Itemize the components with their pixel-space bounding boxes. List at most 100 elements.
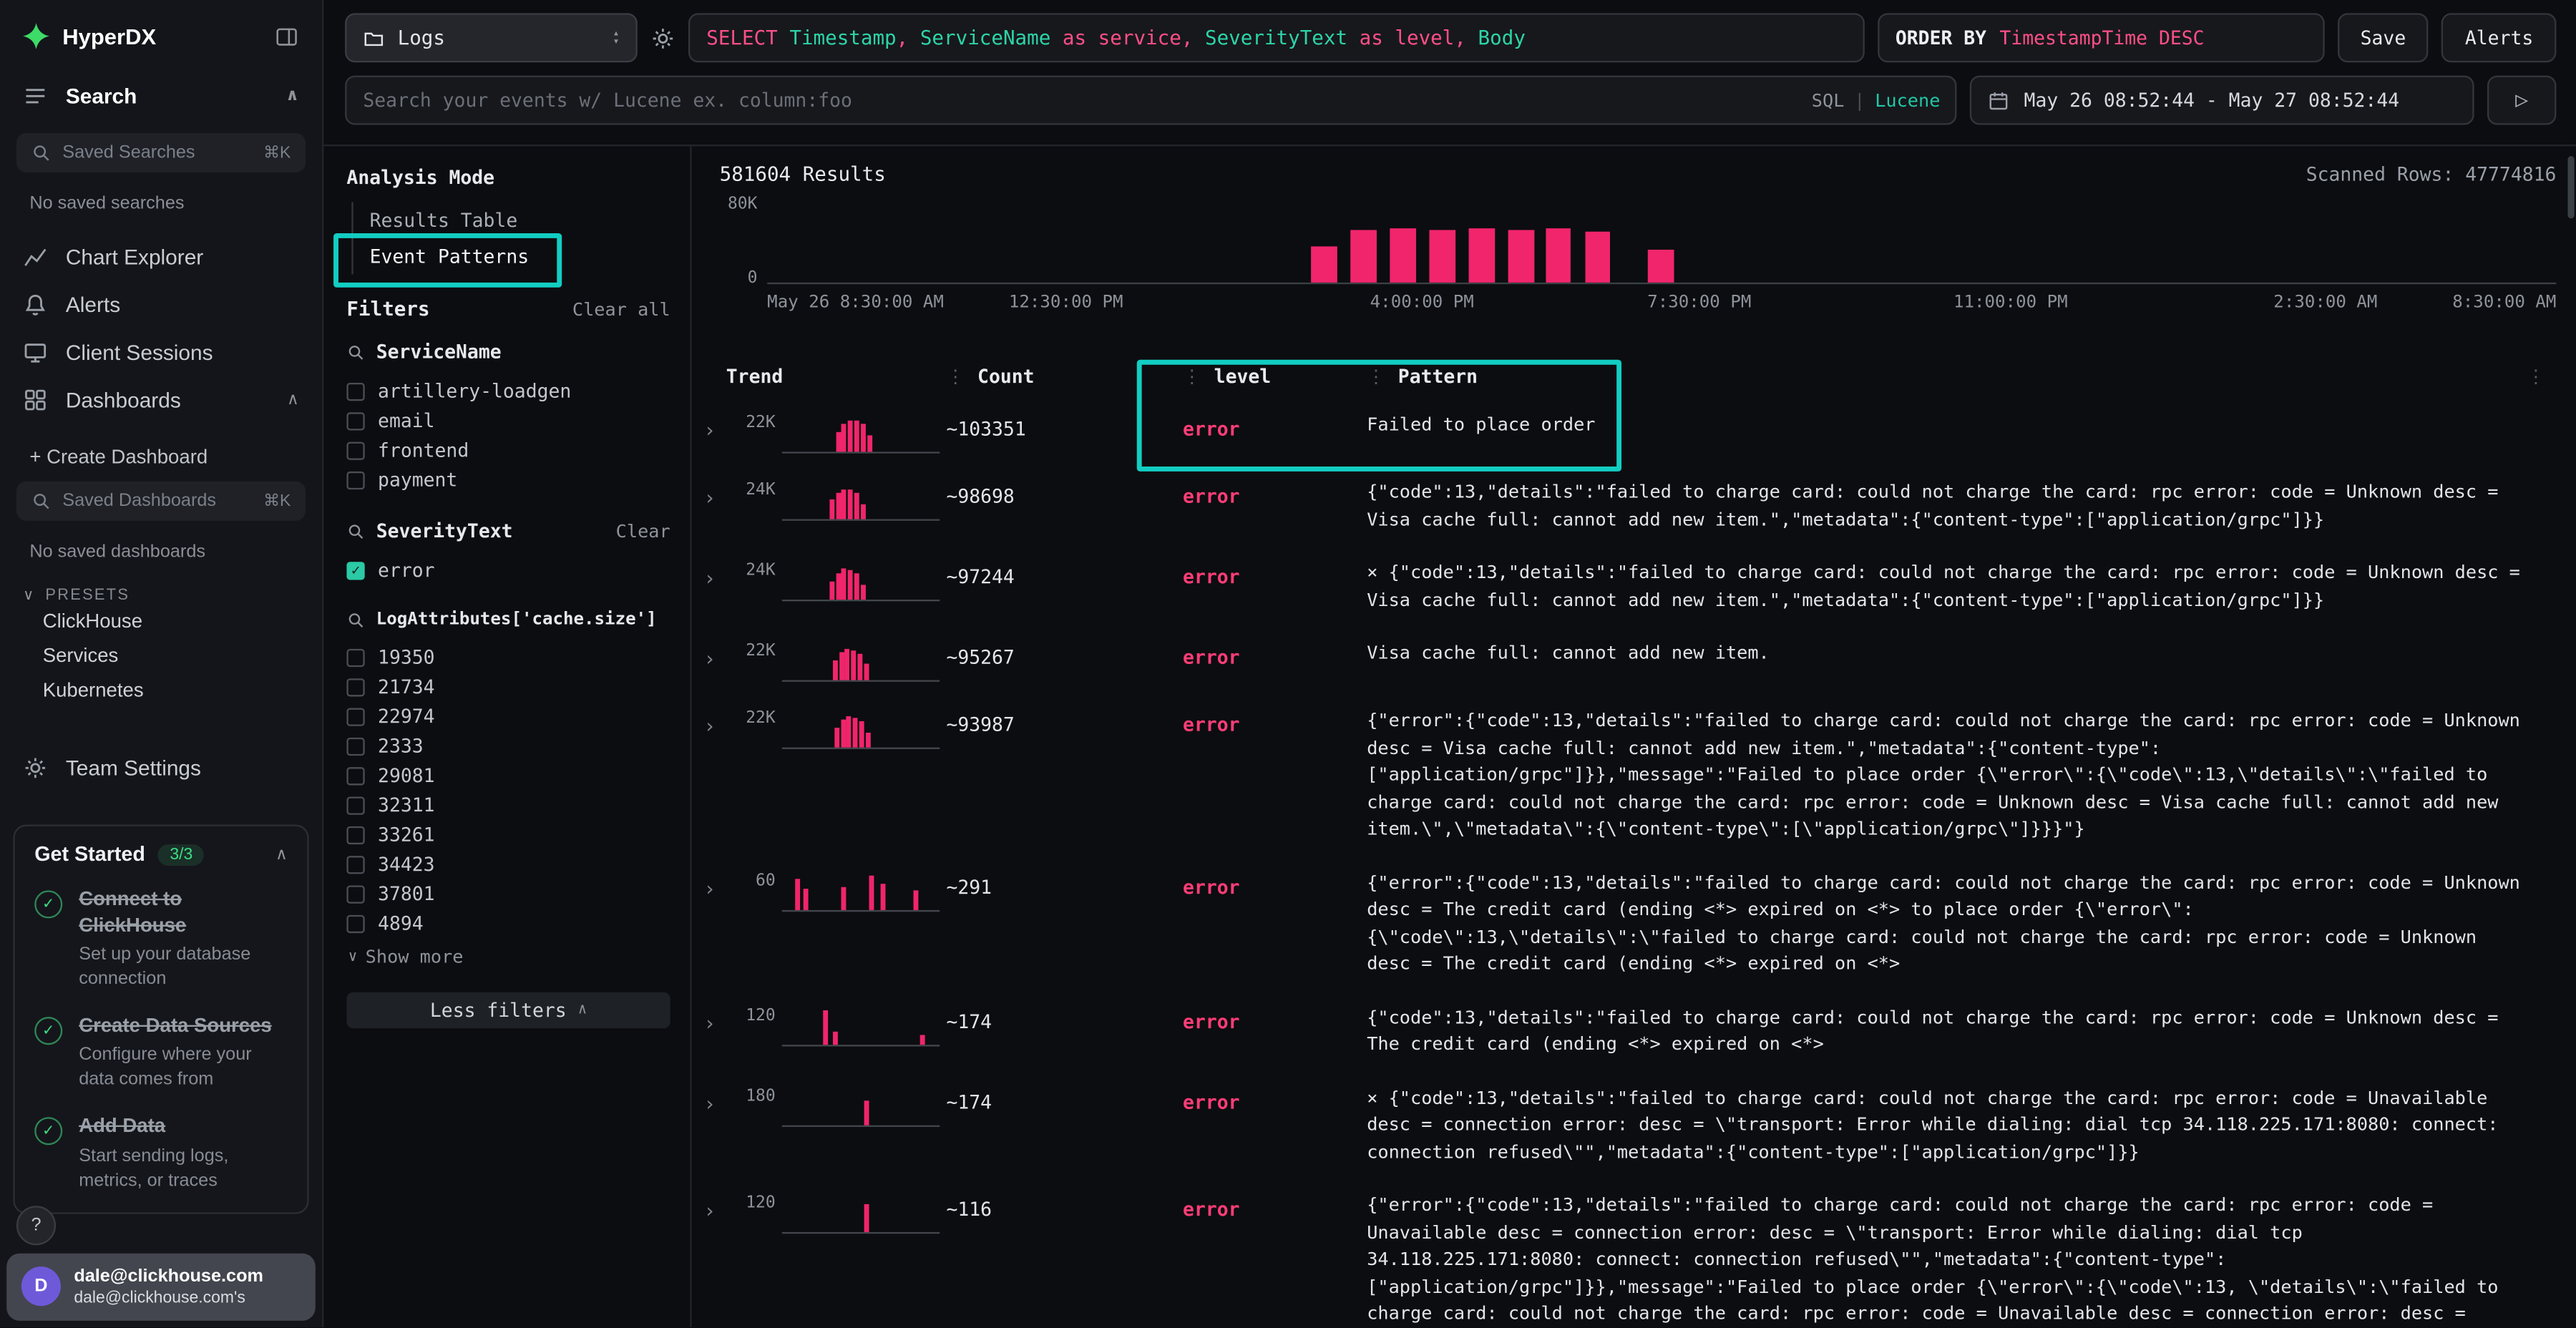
row-expand-chevron-icon[interactable]: › [700,1082,720,1113]
pattern-row[interactable]: › 180 ~174 error × {"code":13,"details":… [700,1070,2556,1178]
user-menu[interactable]: D dale@clickhouse.com dale@clickhouse.co… [6,1253,316,1321]
row-expand-chevron-icon[interactable]: › [700,705,720,736]
filter-checkbox[interactable] [346,648,364,666]
sidebar-item-search[interactable]: Search ∧ [0,72,322,120]
date-range-picker[interactable]: May 26 08:52:44 - May 27 08:52:44 [1970,76,2474,125]
collapse-sidebar-icon[interactable] [274,24,298,48]
run-query-button[interactable]: ▷ [2487,76,2556,125]
get-started-item[interactable]: ✓ Connect to ClickHouse Set up your data… [34,887,288,992]
source-select[interactable]: Logs ▴▾ [345,13,638,62]
analysis-mode-event-patterns[interactable]: Event Patterns [353,238,670,275]
help-button[interactable]: ? [16,1206,56,1245]
row-expand-chevron-icon[interactable]: › [700,409,720,441]
chevron-up-icon[interactable]: ∧ [275,845,288,863]
chevron-up-icon[interactable]: ∧ [286,87,299,105]
pattern-row[interactable]: › 120 ~116 error {"error":{"code":13,"de… [700,1178,2556,1327]
analysis-mode-results-table[interactable]: Results Table [353,202,670,238]
row-expand-chevron-icon[interactable]: › [700,1189,720,1221]
lang-lucene[interactable]: Lucene [1875,89,1940,111]
query-language-toggle[interactable]: SQL | Lucene [1812,76,1941,125]
filter-checkbox[interactable] [346,441,364,459]
header-trend[interactable]: Trend [726,365,940,388]
sidebar-item-chart-explorer[interactable]: Chart Explorer [0,233,322,281]
pattern-row[interactable]: › 120 ~174 error {"code":13,"details":"f… [700,990,2556,1070]
filter-option[interactable]: 22974 [346,701,670,731]
filter-checkbox[interactable] [346,855,364,873]
presets-section-header[interactable]: ∨ PRESETS [23,587,322,605]
sidebar-item-client-sessions[interactable]: Client Sessions [0,328,322,376]
preset-services[interactable]: Services [0,639,322,673]
get-started-item[interactable]: ✓ Add Data Start sending logs, metrics, … [34,1114,288,1193]
header-count[interactable]: ⋮Count [946,365,1176,388]
show-more-link[interactable]: ∨ Show more [348,946,670,967]
filter-option[interactable]: 29081 [346,761,670,790]
pattern-row[interactable]: › 22K ~93987 error {"error":{"code":13,"… [700,693,2556,855]
filter-checkbox[interactable]: ✓ [346,561,364,579]
preset-kubernetes[interactable]: Kubernetes [0,673,322,708]
filter-checkbox[interactable] [346,766,364,784]
filter-option[interactable]: 4894 [346,909,670,938]
filter-option[interactable]: ✓error [346,555,670,585]
table-menu-icon[interactable]: ⋮ [2527,366,2556,387]
get-started-header[interactable]: Get Started 3/3 ∧ [34,843,288,866]
filter-checkbox[interactable] [346,737,364,755]
filter-option[interactable]: 2333 [346,731,670,761]
less-filters-button[interactable]: Less filters ∧ [346,992,670,1029]
header-pattern[interactable]: ⋮Pattern [1367,365,2520,388]
alerts-button[interactable]: Alerts [2442,13,2557,62]
save-button[interactable]: Save [2337,13,2429,62]
filter-checkbox[interactable] [346,382,364,400]
filter-option[interactable]: frontend [346,435,670,464]
header-level[interactable]: ⋮level [1183,365,1360,388]
filter-checkbox[interactable] [346,411,364,429]
source-settings-gear-icon[interactable] [650,26,675,50]
filter-checkbox[interactable] [346,471,364,489]
pattern-row[interactable]: › 24K ~97244 error × {"code":13,"details… [700,545,2556,625]
get-started-item[interactable]: ✓ Create Data Sources Configure where yo… [34,1013,288,1093]
create-dashboard-button[interactable]: + Create Dashboard [29,445,322,468]
column-grip-icon[interactable]: ⋮ [946,366,964,387]
pattern-row[interactable]: › 24K ~98698 error {"code":13,"details":… [700,465,2556,545]
clear-filter-link[interactable]: Clear [616,520,670,542]
row-expand-chevron-icon[interactable]: › [700,477,720,508]
chevron-up-icon[interactable]: ∧ [287,391,299,409]
column-grip-icon[interactable]: ⋮ [1183,366,1201,387]
filter-checkbox[interactable] [346,914,364,932]
row-expand-chevron-icon[interactable]: › [700,866,720,898]
search-input[interactable] [345,76,1956,125]
results-histogram[interactable]: 80K 0 [698,195,2557,284]
pattern-row[interactable]: › 22K ~103351 error Failed to place orde… [700,398,2556,465]
order-by-input[interactable]: ORDER BY TimestampTime DESC [1878,13,2324,62]
filter-option[interactable]: 32311 [346,790,670,819]
row-expand-chevron-icon[interactable]: › [700,557,720,588]
filter-option[interactable]: 34423 [346,849,670,879]
row-expand-chevron-icon[interactable]: › [700,638,720,669]
histogram-plot[interactable] [767,205,2556,284]
sidebar-item-dashboards[interactable]: Dashboards ∧ [0,376,322,424]
sidebar-item-alerts[interactable]: Alerts [0,281,322,329]
filter-option[interactable]: payment [346,465,670,494]
filter-checkbox[interactable] [346,796,364,814]
filter-checkbox[interactable] [346,707,364,725]
sql-query-input[interactable]: SELECT Timestamp, ServiceName as service… [688,13,1864,62]
filter-checkbox[interactable] [346,826,364,844]
scrollbar-thumb[interactable] [2567,156,2574,218]
filter-checkbox[interactable] [346,678,364,695]
filter-option[interactable]: 33261 [346,820,670,849]
sidebar-item-team-settings[interactable]: Team Settings [0,744,322,792]
pattern-row[interactable]: › 22K ~95267 error Visa cache full: cann… [700,626,2556,693]
row-expand-chevron-icon[interactable]: › [700,1001,720,1032]
clear-all-link[interactable]: Clear all [572,299,670,321]
filter-option[interactable]: artillery-loadgen [346,376,670,406]
preset-clickhouse[interactable]: ClickHouse [0,605,322,639]
lang-sql[interactable]: SQL [1812,89,1845,111]
filter-option[interactable]: 19350 [346,643,670,672]
filter-option[interactable]: 21734 [346,672,670,701]
saved-dashboards-input[interactable]: Saved Dashboards ⌘K [16,482,306,521]
column-grip-icon[interactable]: ⋮ [1367,366,1385,387]
filter-option[interactable]: 37801 [346,879,670,908]
pattern-row[interactable]: › 60 ~291 error {"error":{"code":13,"det… [700,855,2556,990]
saved-searches-input[interactable]: Saved Searches ⌘K [16,133,306,172]
filter-option[interactable]: email [346,406,670,435]
filter-checkbox[interactable] [346,884,364,902]
